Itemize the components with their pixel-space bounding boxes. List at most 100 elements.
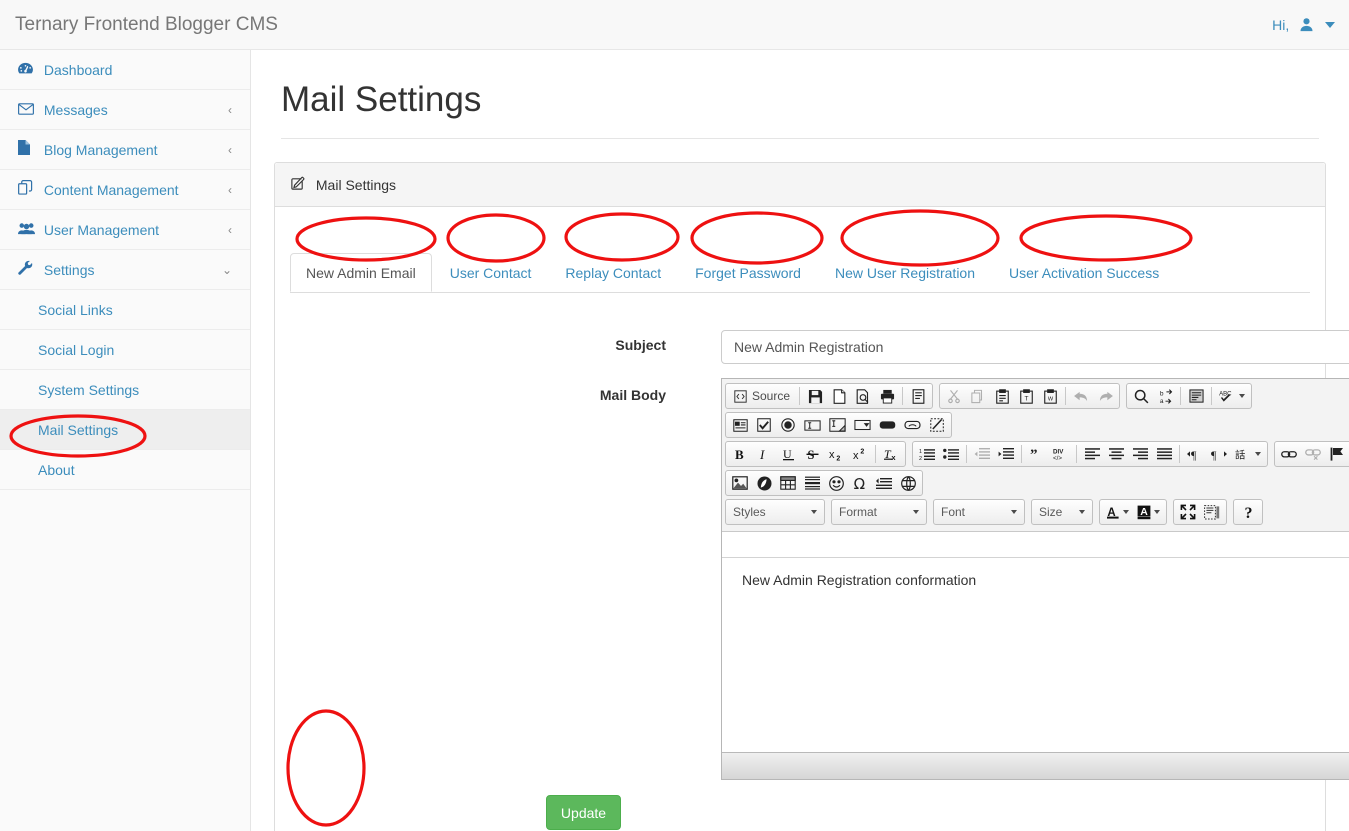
table-icon[interactable] [777,472,799,494]
cut-icon[interactable] [943,385,965,407]
language-icon[interactable]: 話 [1232,443,1264,465]
top-header-bar: Ternary Frontend Blogger CMS Hi, [0,0,1349,50]
save-icon[interactable] [804,385,826,407]
image-icon[interactable] [729,472,751,494]
new-page-icon[interactable] [828,385,850,407]
chevron-down-icon [1255,452,1261,456]
bulleted-list-icon[interactable] [940,443,962,465]
svg-text:2: 2 [860,449,864,456]
undo-icon[interactable] [1070,385,1092,407]
edit-icon [291,176,309,193]
unlink-icon[interactable] [1302,443,1324,465]
find-icon[interactable] [1130,385,1152,407]
spellcheck-icon[interactable]: ABC [1216,385,1248,407]
font-dropdown[interactable]: Font [933,499,1025,525]
preview-icon[interactable] [852,385,874,407]
special-char-icon[interactable]: Ω [849,472,871,494]
numbered-list-icon[interactable]: 12 [916,443,938,465]
align-right-icon[interactable] [1129,443,1151,465]
chevron-icon: ‹ [228,183,232,197]
superscript-icon[interactable]: x2 [849,443,871,465]
italic-icon[interactable]: I [753,443,775,465]
strikethrough-icon[interactable]: S [801,443,823,465]
paste-word-icon[interactable]: W [1039,385,1061,407]
textarea-icon[interactable] [826,414,849,436]
subscript-icon[interactable]: x2 [825,443,847,465]
tab-new-user-registration[interactable]: New User Registration [819,253,991,292]
tab-new-admin-email[interactable]: New Admin Email [290,253,432,292]
sidebar-item-blog-management[interactable]: Blog Management ‹ [0,130,250,170]
button-icon[interactable] [876,414,899,436]
ltr-icon[interactable]: ¶ [1184,443,1206,465]
anchor-icon[interactable] [1326,443,1348,465]
copy-icon [18,171,40,211]
underline-icon[interactable]: U [777,443,799,465]
radio-icon[interactable] [777,414,799,436]
print-icon[interactable] [876,385,898,407]
form-icon[interactable] [729,414,751,436]
copy-icon[interactable] [967,385,989,407]
tab-user-activation-success[interactable]: User Activation Success [993,253,1175,292]
svg-text:I: I [759,447,765,461]
smiley-icon[interactable] [825,472,847,494]
sidebar-item-label: Dashboard [43,62,113,78]
bold-icon[interactable]: B [729,443,751,465]
align-center-icon[interactable] [1105,443,1127,465]
tab-forget-password[interactable]: Forget Password [679,253,817,292]
format-dropdown[interactable]: Format [831,499,927,525]
chevron-icon: ‹ [228,143,232,157]
divider [799,387,801,405]
horizontal-rule-icon[interactable] [801,472,823,494]
sidebar-subitem-about[interactable]: About [0,450,250,490]
link-icon[interactable] [1278,443,1300,465]
redo-icon[interactable] [1094,385,1116,407]
sidebar-item-content-management[interactable]: Content Management ‹ [0,170,250,210]
outdent-icon[interactable] [971,443,993,465]
subject-input[interactable] [721,330,1349,364]
flash-icon[interactable] [753,472,775,494]
divider [902,387,904,405]
styles-dropdown[interactable]: Styles [725,499,825,525]
div-container-icon[interactable]: DIV </> [1050,443,1072,465]
hiddenfield-icon[interactable] [926,414,948,436]
sidebar-item-messages[interactable]: Messages ‹ [0,90,250,130]
sidebar-subitem-social-links[interactable]: Social Links [0,290,250,330]
align-left-icon[interactable] [1081,443,1103,465]
background-color-icon[interactable]: A [1134,501,1163,523]
paste-icon[interactable] [991,385,1013,407]
show-blocks-icon[interactable] [1201,501,1223,523]
source-icon[interactable]: Source [729,385,795,407]
about-icon[interactable]: ? [1237,501,1259,523]
remove-format-icon[interactable]: Tx [880,443,902,465]
checkbox-icon[interactable] [753,414,775,436]
imagebutton-icon[interactable] [901,414,924,436]
sidebar-subitem-system-settings[interactable]: System Settings [0,370,250,410]
indent-icon[interactable] [995,443,1017,465]
size-dropdown[interactable]: Size [1031,499,1093,525]
text-color-icon[interactable]: A [1103,501,1132,523]
blockquote-icon[interactable]: ” [1026,443,1048,465]
sidebar-item-settings[interactable]: Settings ⌄ [0,250,250,290]
sidebar-item-dashboard[interactable]: Dashboard [0,50,250,90]
paste-text-icon[interactable]: T [1015,385,1037,407]
sidebar-subitem-mail-settings[interactable]: Mail Settings [0,410,250,450]
sidebar-subitem-social-login[interactable]: Social Login [0,330,250,370]
justify-icon[interactable] [1153,443,1175,465]
sidebar-item-label: Settings [43,262,95,278]
textfield-icon[interactable] [801,414,824,436]
templates-icon[interactable] [907,385,929,407]
select-all-icon[interactable] [1185,385,1207,407]
select-icon[interactable] [851,414,874,436]
editor-content-area[interactable]: New Admin Registration conformation [722,557,1349,752]
page-break-icon[interactable] [873,472,895,494]
user-menu[interactable]: Hi, [1272,0,1335,50]
sidebar-item-user-management[interactable]: User Management ‹ [0,210,250,250]
replace-icon[interactable]: ba [1154,385,1176,407]
maximize-icon[interactable] [1177,501,1199,523]
chevron-down-icon [913,510,919,514]
iframe-icon[interactable] [897,472,919,494]
rtl-icon[interactable]: ¶ [1208,443,1230,465]
tab-replay-contact[interactable]: Replay Contact [549,253,677,292]
update-button[interactable]: Update [546,795,621,830]
tab-user-contact[interactable]: User Contact [434,253,548,292]
